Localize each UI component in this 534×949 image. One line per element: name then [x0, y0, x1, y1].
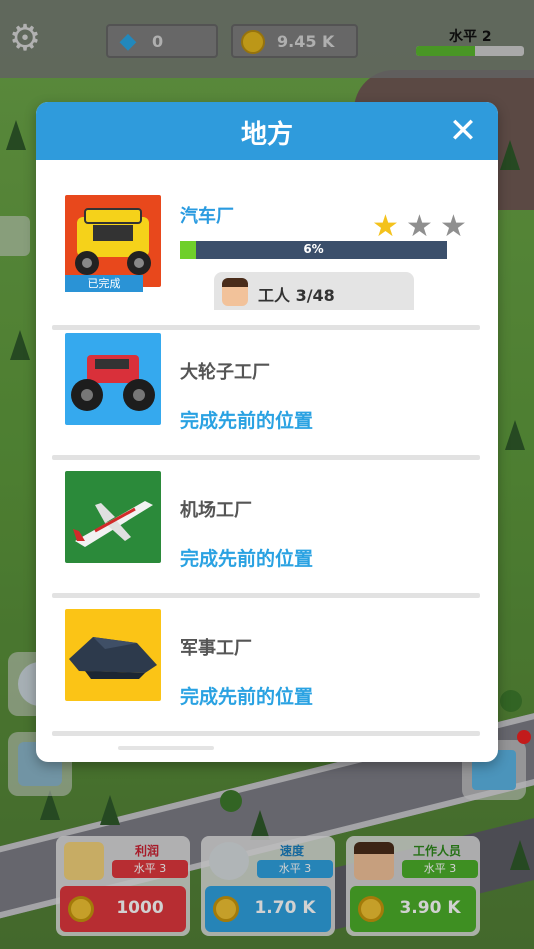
factory-name-military: 军事工厂 — [180, 638, 252, 659]
close-button[interactable]: ✕ — [444, 112, 482, 150]
star-icon: ★ — [440, 209, 467, 244]
factory-progress-bar: 6% — [180, 241, 447, 259]
workers-tab: 工人 3/48 — [214, 272, 414, 310]
dialog-title: 地方 — [240, 120, 293, 150]
bigwheel-factory-thumbnail — [65, 333, 161, 425]
factory-hint-airport: 完成先前的位置 — [180, 548, 314, 570]
yellow-truck-icon — [75, 208, 151, 275]
next-card-peek — [118, 746, 214, 750]
factory-hint-military: 完成先前的位置 — [180, 686, 314, 708]
completed-badge: 已完成 — [65, 275, 143, 292]
star-icon: ★ — [372, 209, 399, 244]
factory-progress-label: 6% — [303, 242, 324, 256]
dialog-header: 地方 ✕ — [36, 102, 498, 160]
star-icon: ★ — [406, 209, 433, 244]
airplane-icon — [73, 501, 153, 547]
factory-card-bigwheel[interactable]: 大轮子工厂 完成先前的位置 — [52, 322, 480, 460]
stealth-boat-icon — [69, 637, 157, 679]
card-divider — [52, 731, 480, 736]
military-factory-thumbnail — [65, 609, 161, 701]
airport-factory-thumbnail — [65, 471, 161, 563]
locations-dialog: 地方 ✕ 已完成 汽车厂 ★ ★ ★ 6% 工人 3/48 大轮子工厂 完成先前… — [36, 102, 498, 762]
factory-card-military[interactable]: 军事工厂 完成先前的位置 — [52, 598, 480, 736]
factory-name-car: 汽车厂 — [180, 206, 234, 227]
workers-count: 工人 3/48 — [258, 286, 335, 305]
car-factory-thumbnail — [65, 195, 161, 287]
factory-card-car[interactable]: 已完成 汽车厂 ★ ★ ★ 6% 工人 3/48 — [52, 184, 480, 330]
factory-name-airport: 机场工厂 — [180, 500, 252, 521]
monster-truck-icon — [71, 355, 155, 411]
factory-hint-bigwheel: 完成先前的位置 — [180, 410, 314, 432]
factory-card-airport[interactable]: 机场工厂 完成先前的位置 — [52, 460, 480, 598]
worker-face-icon — [222, 278, 248, 306]
factory-name-bigwheel: 大轮子工厂 — [180, 362, 270, 383]
